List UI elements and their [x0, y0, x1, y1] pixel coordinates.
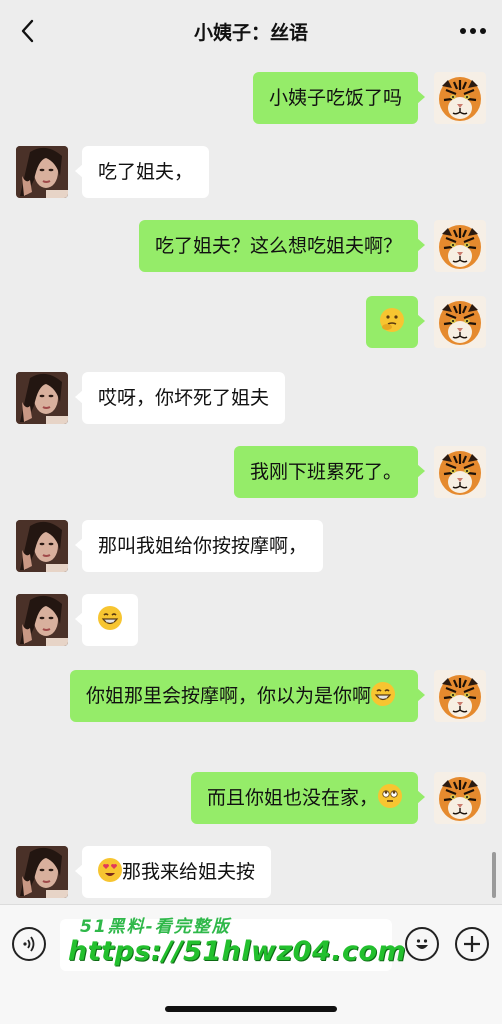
- grinning-face-emoji: [371, 682, 396, 706]
- message-bubble-incoming[interactable]: 吃了姐夫，: [74, 146, 210, 198]
- message-bubble-incoming[interactable]: 哎呀，你坏死了姐夫: [74, 372, 286, 424]
- contact-avatar[interactable]: [16, 372, 68, 424]
- contact-photo: [16, 594, 68, 646]
- chat-message: 吃了姐夫，: [0, 146, 502, 200]
- tiger-avatar-icon: [437, 449, 483, 497]
- contact-photo: [16, 520, 68, 572]
- chat-message: 那叫我姐给你按按摩啊，: [0, 520, 502, 574]
- rolling-eyes-emoji: [378, 784, 402, 808]
- more-dots-icon: [460, 28, 486, 34]
- chevron-left-icon: [21, 19, 34, 43]
- voice-icon: [23, 936, 35, 952]
- message-bubble-outgoing[interactable]: [366, 296, 425, 348]
- message-bubble-outgoing[interactable]: 我刚下班累死了。: [233, 446, 426, 498]
- watermark-url: https://51hlwz04.com: [68, 936, 407, 967]
- smiley-icon: [416, 939, 428, 949]
- contact-avatar[interactable]: [16, 146, 68, 198]
- contact-avatar[interactable]: [16, 846, 68, 898]
- more-functions-button[interactable]: [455, 927, 489, 961]
- message-bubble-outgoing[interactable]: 吃了姐夫？这么想吃姐夫啊？: [138, 220, 426, 272]
- grinning-face-emoji: [98, 606, 122, 630]
- message-bubble-incoming[interactable]: 那我来给姐夫按: [74, 846, 272, 898]
- scrollbar-thumb[interactable]: [492, 852, 496, 898]
- heart-eyes-emoji: [98, 858, 122, 882]
- chat-message: [0, 594, 502, 648]
- contact-photo: [16, 846, 68, 898]
- voice-button[interactable]: [12, 927, 46, 961]
- back-button[interactable]: [14, 17, 42, 45]
- home-indicator[interactable]: [165, 1006, 337, 1012]
- contact-photo: [16, 372, 68, 424]
- message-bubble-outgoing[interactable]: 而且你姐也没在家，: [190, 772, 426, 824]
- my-avatar[interactable]: [434, 72, 486, 124]
- tiger-avatar-icon: [437, 673, 483, 721]
- tiger-avatar-icon: [437, 75, 483, 123]
- plus-icon: [464, 936, 480, 952]
- chat-message: 哎呀，你坏死了姐夫: [0, 372, 502, 426]
- chat-message: 那我来给姐夫按: [0, 846, 502, 900]
- tiger-avatar-icon: [437, 223, 483, 271]
- message-text: 你姐那里会按摩啊，你以为是你啊: [86, 685, 372, 707]
- message-text: 那我来给姐夫按: [122, 861, 256, 883]
- emoji-button[interactable]: [405, 927, 439, 961]
- message-bubble-outgoing[interactable]: 小姨子吃饭了吗: [252, 72, 426, 124]
- chat-message: 我刚下班累死了。: [0, 446, 502, 500]
- my-avatar[interactable]: [434, 446, 486, 498]
- tiger-avatar-icon: [437, 299, 483, 347]
- message-text: 而且你姐也没在家，: [206, 787, 378, 809]
- chat-message: [0, 296, 502, 350]
- chat-message: 而且你姐也没在家，: [0, 772, 502, 826]
- my-avatar[interactable]: [434, 772, 486, 824]
- message-bubble-outgoing[interactable]: 你姐那里会按摩啊，你以为是你啊: [70, 670, 425, 722]
- contact-avatar[interactable]: [16, 520, 68, 572]
- contact-photo: [16, 146, 68, 198]
- message-bubble-incoming[interactable]: 那叫我姐给你按按摩啊，: [74, 520, 324, 572]
- message-bubble-incoming[interactable]: [75, 594, 138, 646]
- chat-message: 吃了姐夫？这么想吃姐夫啊？: [0, 220, 502, 274]
- watermark-title: 51黑料-看完整版: [80, 917, 231, 937]
- chat-message: 小姨子吃饭了吗: [0, 72, 502, 126]
- contact-avatar[interactable]: [16, 594, 68, 646]
- thinking-face-emoji: [380, 308, 404, 332]
- more-button[interactable]: [458, 17, 488, 45]
- chat-title: 小姨子：丝语: [193, 21, 308, 44]
- chat-header: 小姨子：丝语: [0, 0, 502, 62]
- my-avatar[interactable]: [434, 296, 486, 348]
- my-avatar[interactable]: [434, 220, 486, 272]
- tiger-avatar-icon: [437, 775, 483, 823]
- my-avatar[interactable]: [434, 670, 486, 722]
- chat-message: 你姐那里会按摩啊，你以为是你啊: [0, 670, 502, 750]
